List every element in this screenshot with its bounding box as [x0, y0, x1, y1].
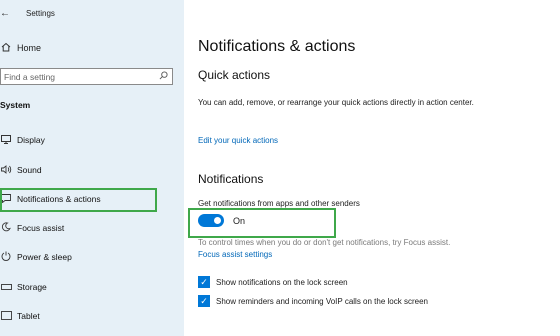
search-icon[interactable] — [159, 71, 168, 82]
checkbox-label: Show notifications on the lock screen — [216, 277, 348, 287]
tablet-icon — [0, 310, 12, 322]
highlight-box-notifications-nav — [0, 188, 157, 212]
sidebar-item-label: Display — [17, 135, 45, 145]
lock-screen-reminders-checkbox-row[interactable]: ✓ Show reminders and incoming VoIP calls… — [198, 295, 428, 307]
display-icon — [0, 134, 12, 146]
highlight-box-notifications-toggle — [188, 208, 336, 238]
sidebar-item-label: Tablet — [17, 311, 40, 321]
sidebar-item-power-sleep[interactable]: Power & sleep — [0, 249, 180, 265]
title-bar: ← Settings — [0, 6, 55, 20]
sidebar-item-storage[interactable]: Storage — [0, 279, 180, 295]
section-label-system: System — [0, 100, 31, 110]
quick-actions-description: You can add, remove, or rearrange your q… — [198, 98, 474, 107]
checkbox-checked[interactable]: ✓ — [198, 295, 210, 307]
lock-screen-notifications-checkbox-row[interactable]: ✓ Show notifications on the lock screen — [198, 276, 348, 288]
main-content: Notifications & actions Quick actions Yo… — [184, 0, 560, 336]
power-icon — [0, 251, 12, 263]
sidebar-item-label: Power & sleep — [17, 252, 72, 262]
quick-actions-heading: Quick actions — [198, 68, 271, 82]
sidebar-item-sound[interactable]: Sound — [0, 162, 180, 178]
focus-assist-icon — [0, 222, 12, 234]
storage-icon — [0, 282, 12, 292]
focus-assist-hint: To control times when you do or don't ge… — [198, 238, 451, 247]
notifications-heading: Notifications — [198, 172, 264, 186]
search-placeholder: Find a setting — [4, 71, 56, 82]
sidebar: ← Settings Home Find a setting System Di… — [0, 0, 184, 336]
home-label: Home — [17, 43, 42, 53]
home-icon — [0, 42, 12, 54]
sidebar-item-tablet[interactable]: Tablet — [0, 308, 180, 324]
page-title: Notifications & actions — [198, 38, 356, 55]
search-input[interactable]: Find a setting — [0, 68, 173, 85]
checkbox-label: Show reminders and incoming VoIP calls o… — [216, 296, 428, 306]
edit-quick-actions-link[interactable]: Edit your quick actions — [198, 136, 278, 145]
window-title: Settings — [26, 8, 55, 18]
sidebar-item-label: Sound — [17, 165, 42, 175]
sidebar-item-label: Focus assist — [17, 223, 65, 233]
home-nav-item[interactable]: Home — [0, 40, 41, 56]
sound-icon — [0, 164, 12, 176]
sidebar-item-label: Storage — [17, 282, 47, 292]
sidebar-item-display[interactable]: Display — [0, 132, 180, 148]
back-arrow-icon[interactable]: ← — [0, 8, 12, 19]
sidebar-item-focus-assist[interactable]: Focus assist — [0, 220, 180, 236]
checkbox-checked[interactable]: ✓ — [198, 276, 210, 288]
focus-assist-settings-link[interactable]: Focus assist settings — [198, 250, 272, 259]
